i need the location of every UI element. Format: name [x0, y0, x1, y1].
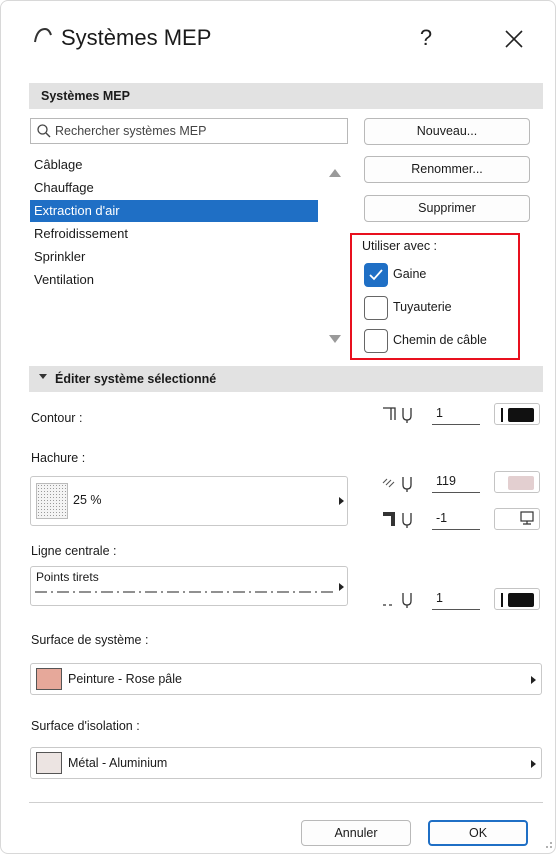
system-surface-value: Peinture - Rose pâle [68, 672, 182, 686]
centerline-label: Ligne centrale : [31, 544, 117, 558]
dialog-title: Systèmes MEP [61, 25, 212, 50]
ok-button[interactable]: OK [428, 820, 528, 846]
system-surface-label: Surface de système : [31, 633, 149, 647]
section-edit-title: Éditer système sélectionné [55, 372, 217, 386]
contour-label: Contour : [31, 411, 83, 425]
checkbox-label-gaine: Gaine [393, 267, 427, 281]
insulation-surface-value: Métal - Aluminium [68, 756, 168, 770]
close-icon [505, 30, 523, 48]
mep-systems-dialog: Systèmes MEP ? Systèmes MEP Câblage Chau… [0, 0, 556, 854]
contour-pen-icon [383, 407, 412, 423]
scroll-up-arrow-icon[interactable] [329, 169, 341, 177]
help-button[interactable]: ? [409, 23, 443, 55]
cancel-button[interactable]: Annuler [301, 820, 411, 846]
section-header-edit[interactable]: Éditer système sélectionné [29, 366, 543, 392]
hatch-background-pen-icon [383, 512, 412, 528]
popup-arrow-icon [531, 760, 536, 768]
insulation-surface-popup[interactable]: Métal - Aluminium [30, 747, 542, 779]
hatch-pattern-swatch [36, 483, 68, 519]
delete-button[interactable]: Supprimer [364, 195, 530, 222]
centerline-popup[interactable]: Points tirets [30, 566, 348, 606]
rename-button[interactable]: Renommer... [364, 156, 530, 183]
checkbox-tuyauterie[interactable] [364, 296, 388, 320]
checkbox-chemin-de-cable[interactable] [364, 329, 388, 353]
resize-grip-icon[interactable] [541, 839, 553, 851]
dash-dot-line-preview [35, 591, 335, 593]
archicad-arc-icon [34, 27, 52, 43]
list-item-sprinkler[interactable]: Sprinkler [30, 246, 318, 268]
contour-color-button[interactable] [494, 403, 540, 425]
checkbox-label-tuyauterie: Tuyauterie [393, 300, 452, 314]
system-surface-popup[interactable]: Peinture - Rose pâle [30, 663, 542, 695]
centerline-pen-field[interactable]: 1 [432, 588, 480, 610]
close-button[interactable] [497, 23, 531, 55]
search-input[interactable] [55, 122, 343, 140]
list-item-chauffage[interactable]: Chauffage [30, 177, 318, 199]
hatch-foreground-pen-icon [382, 477, 412, 492]
insulation-surface-swatch [36, 752, 62, 774]
mep-systems-list: Câblage Chauffage Extraction d'air Refro… [30, 154, 318, 358]
hatch-fg-color-button[interactable] [494, 471, 540, 493]
popup-arrow-icon [339, 497, 344, 505]
contour-pen-field[interactable]: 1 [432, 403, 480, 425]
checkbox-label-chemin-de-cable: Chemin de câble [393, 333, 487, 347]
scroll-down-arrow-icon[interactable] [329, 335, 341, 343]
section-header-systems: Systèmes MEP [29, 83, 543, 109]
list-item-extraction-air[interactable]: Extraction d'air [30, 200, 318, 222]
new-button[interactable]: Nouveau... [364, 118, 530, 145]
list-item-cablage[interactable]: Câblage [30, 154, 318, 176]
centerline-pen-icon [383, 593, 412, 608]
search-icon [37, 124, 51, 138]
monitor-icon [520, 511, 534, 525]
hatch-fg-pen-field[interactable]: 119 [432, 471, 480, 493]
hatch-bg-pen-field[interactable]: -1 [432, 508, 480, 530]
hatch-popup[interactable]: 25 % [30, 476, 348, 526]
checkmark-icon [369, 269, 383, 281]
hatch-bg-monitor-button[interactable] [494, 508, 540, 530]
use-with-label: Utiliser avec : [362, 239, 438, 253]
search-box [30, 118, 348, 144]
list-item-refroidissement[interactable]: Refroidissement [30, 223, 318, 245]
system-surface-swatch [36, 668, 62, 690]
popup-arrow-icon [339, 583, 344, 591]
centerline-color-button[interactable] [494, 588, 540, 610]
checkbox-gaine[interactable] [364, 263, 388, 287]
hatch-label: Hachure : [31, 451, 86, 465]
hatch-value: 25 % [73, 493, 102, 507]
insulation-surface-label: Surface d'isolation : [31, 719, 140, 733]
footer-divider [29, 802, 543, 803]
chevron-down-icon [39, 374, 47, 379]
list-item-ventilation[interactable]: Ventilation [30, 269, 318, 291]
centerline-value: Points tirets [36, 570, 99, 584]
popup-arrow-icon [531, 676, 536, 684]
